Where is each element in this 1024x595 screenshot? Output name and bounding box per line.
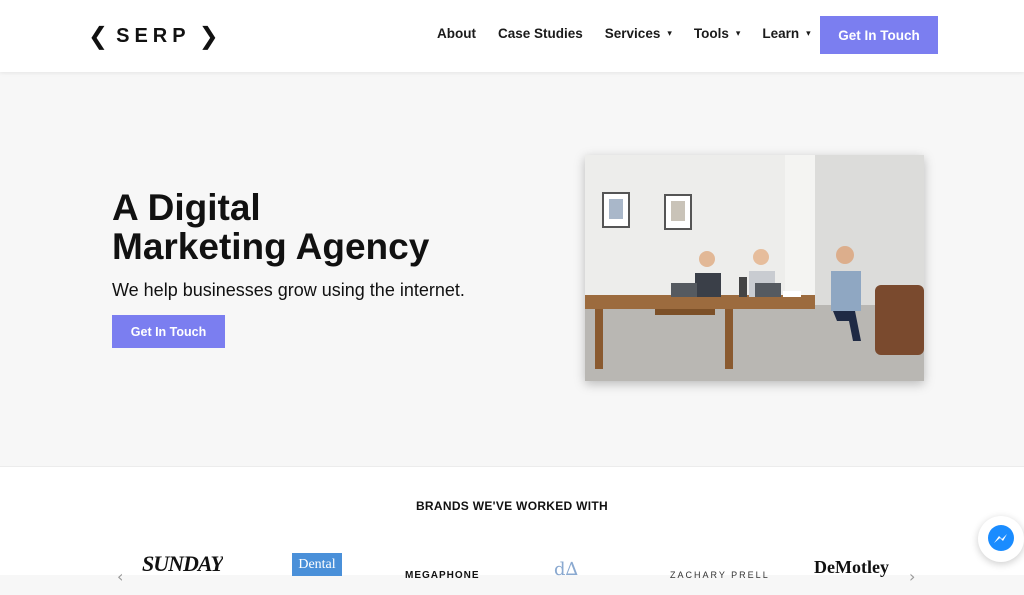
brands-section: BRANDS WE'VE WORKED WITH ‹ › SUNDAY Dent… (0, 466, 1024, 586)
hero-subtitle: We help businesses grow using the intern… (112, 280, 465, 300)
logo-left-chevron: ❮ (88, 22, 109, 50)
hero-title: A Digital Marketing Agency (112, 188, 429, 266)
site-header: ❮ SERP ❯ About Case Studies Services ▾ To… (0, 0, 1024, 72)
nav-services[interactable]: Services ▾ (605, 26, 672, 41)
chevron-down-icon: ▾ (735, 28, 741, 39)
messenger-icon (988, 525, 1014, 551)
hero-title-line2: Marketing Agency (112, 226, 430, 267)
nav-about-label: About (437, 26, 476, 41)
nav-about[interactable]: About (437, 26, 476, 41)
nav-tools-label: Tools (693, 26, 729, 41)
brand-logo-megaphone: MEGAPHONE (405, 570, 480, 581)
nav-learn[interactable]: Learn ▾ (762, 26, 810, 41)
main-nav: About Case Studies Services ▾ Tools ▾ Lear… (437, 26, 833, 41)
nav-services-label: Services (604, 26, 661, 41)
chevron-down-icon: ▾ (667, 28, 672, 39)
nav-case-studies-label: Case Studies (497, 26, 583, 41)
nav-tools[interactable]: Tools ▾ (694, 26, 741, 41)
logo-right-chevron: ❯ (198, 22, 219, 50)
brands-heading: BRANDS WE'VE WORKED WITH (415, 499, 609, 513)
messenger-chat-button[interactable] (978, 516, 1024, 562)
brand-logo-dental: Dental (292, 553, 342, 576)
hero-title-line1: A Digital (112, 187, 261, 228)
hero-team-photo (585, 155, 924, 381)
chevron-down-icon: ▾ (806, 28, 811, 39)
get-in-touch-nav-button[interactable]: Get In Touch (820, 16, 938, 54)
get-in-touch-hero-button[interactable]: Get In Touch (112, 315, 225, 348)
nav-learn-label: Learn (762, 26, 800, 41)
carousel-next-arrow[interactable]: › (909, 567, 915, 586)
brand-logo-sunday: SUNDAY (142, 551, 223, 576)
serp-logo[interactable]: ❮ SERP ❯ (88, 24, 219, 48)
nav-case-studies[interactable]: Case Studies (498, 26, 583, 41)
brand-logo-da: d∆ (554, 559, 579, 580)
carousel-prev-arrow[interactable]: ‹ (117, 567, 123, 586)
brand-logo-zachary-prell: ZACHARY PRELL (670, 570, 770, 580)
brand-logo-demotley: DeMotley (814, 557, 889, 577)
logo-text: SERP (116, 25, 191, 47)
